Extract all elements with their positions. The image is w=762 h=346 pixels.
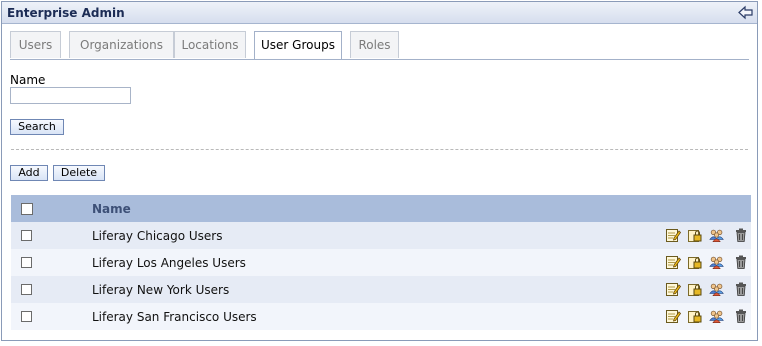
add-button[interactable]: Add xyxy=(10,165,48,181)
edit-icon[interactable] xyxy=(665,254,681,270)
delete-icon[interactable] xyxy=(733,227,749,243)
assign-members-icon[interactable] xyxy=(709,254,725,270)
permissions-icon[interactable] xyxy=(687,227,703,243)
select-all-checkbox[interactable] xyxy=(21,203,33,215)
tab-label: Organizations xyxy=(80,38,163,52)
row-checkbox[interactable] xyxy=(21,284,32,295)
tab-organizations[interactable]: Organizations xyxy=(69,31,174,58)
permissions-icon[interactable] xyxy=(687,254,703,270)
portlet-title: Enterprise Admin xyxy=(7,6,125,20)
delete-icon[interactable] xyxy=(733,308,749,324)
edit-icon[interactable] xyxy=(665,227,681,243)
tab-label: User Groups xyxy=(261,38,335,52)
row-actions xyxy=(665,281,749,298)
edit-icon[interactable] xyxy=(665,308,681,324)
back-arrow-icon[interactable] xyxy=(738,5,754,20)
search-button[interactable]: Search xyxy=(10,119,64,135)
row-checkbox[interactable] xyxy=(21,311,32,322)
assign-members-icon[interactable] xyxy=(709,281,725,297)
admin-tabs: Users Organizations Locations User Group… xyxy=(10,31,749,60)
tab-users[interactable]: Users xyxy=(10,31,61,58)
name-label: Name xyxy=(10,73,46,87)
delete-icon[interactable] xyxy=(733,281,749,297)
user-group-name: Liferay New York Users xyxy=(92,283,230,297)
row-actions xyxy=(665,308,749,325)
enterprise-admin-portlet: Enterprise Admin Users Organizations Loc… xyxy=(1,1,758,341)
permissions-icon[interactable] xyxy=(687,308,703,324)
assign-members-icon[interactable] xyxy=(709,227,725,243)
delete-button[interactable]: Delete xyxy=(53,165,105,181)
column-header-name: Name xyxy=(92,202,131,216)
table-row: Liferay Los Angeles Users xyxy=(11,249,751,276)
tab-label: Users xyxy=(18,38,53,52)
user-groups-table: Name Liferay Chicago Users Liferay Los A… xyxy=(11,195,751,330)
tab-label: Roles xyxy=(358,38,391,52)
table-row: Liferay Chicago Users xyxy=(11,222,751,249)
user-group-name: Liferay San Francisco Users xyxy=(92,310,257,324)
table-row: Liferay New York Users xyxy=(11,276,751,303)
tab-locations[interactable]: Locations xyxy=(174,31,246,58)
user-group-name: Liferay Los Angeles Users xyxy=(92,256,246,270)
table-row: Liferay San Francisco Users xyxy=(11,303,751,330)
assign-members-icon[interactable] xyxy=(709,308,725,324)
row-checkbox[interactable] xyxy=(21,230,32,241)
row-actions xyxy=(665,227,749,244)
name-search-input[interactable] xyxy=(10,87,131,104)
divider xyxy=(11,149,748,150)
permissions-icon[interactable] xyxy=(687,281,703,297)
tab-user-groups[interactable]: User Groups xyxy=(254,31,342,59)
edit-icon[interactable] xyxy=(665,281,681,297)
tab-roles[interactable]: Roles xyxy=(350,31,399,58)
table-header: Name xyxy=(11,195,751,222)
tab-label: Locations xyxy=(181,38,239,52)
delete-icon[interactable] xyxy=(733,254,749,270)
row-checkbox[interactable] xyxy=(21,257,32,268)
user-group-name: Liferay Chicago Users xyxy=(92,229,223,243)
portlet-titlebar: Enterprise Admin xyxy=(2,2,757,24)
row-actions xyxy=(665,254,749,271)
